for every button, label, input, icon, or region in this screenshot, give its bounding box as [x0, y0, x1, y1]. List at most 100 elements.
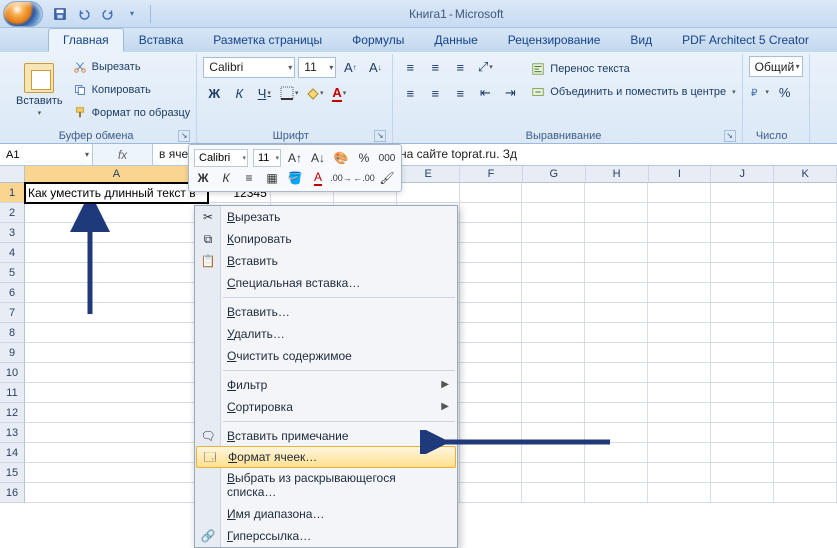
cell[interactable] [774, 243, 837, 263]
mini-thousands-icon[interactable]: 000 [378, 149, 396, 167]
office-button[interactable] [3, 1, 43, 27]
cell[interactable] [774, 343, 837, 363]
cell[interactable] [774, 443, 837, 463]
cell[interactable] [460, 203, 523, 223]
col-header-K[interactable]: K [774, 166, 837, 183]
cell[interactable] [648, 383, 711, 403]
ctx-copy[interactable]: ⧉Копировать [195, 228, 457, 250]
row-header-2[interactable]: 2 [0, 203, 25, 223]
cell[interactable] [522, 283, 585, 303]
mini-bold-button[interactable]: Ж [194, 169, 212, 187]
cell-F1[interactable] [460, 183, 523, 203]
grow-font-icon[interactable]: A↑ [339, 56, 361, 78]
row-header-6[interactable]: 6 [0, 283, 25, 303]
cell[interactable] [648, 363, 711, 383]
cell[interactable] [585, 463, 648, 483]
ctx-comment[interactable]: 🗨Вставить примечание [195, 425, 457, 447]
mini-shrink-font-icon[interactable]: A↓ [309, 149, 327, 167]
align-middle-icon[interactable]: ≡ [424, 56, 446, 78]
cell[interactable] [711, 263, 774, 283]
tab-pdf[interactable]: PDF Architect 5 Creator [667, 28, 824, 52]
font-size-combo[interactable]: 11 [298, 57, 336, 78]
cell[interactable] [648, 283, 711, 303]
row-header-11[interactable]: 11 [0, 383, 25, 403]
select-all-corner[interactable] [0, 166, 25, 183]
cell[interactable] [585, 223, 648, 243]
cell[interactable] [460, 463, 523, 483]
cell[interactable] [648, 423, 711, 443]
shrink-font-icon[interactable]: A↓ [364, 56, 386, 78]
dialog-launcher-icon[interactable]: ↘ [374, 130, 386, 142]
font-combo[interactable]: Calibri [203, 57, 295, 78]
cell[interactable] [774, 203, 837, 223]
bold-button[interactable]: Ж [203, 82, 225, 104]
tab-data[interactable]: Данные [419, 28, 492, 52]
row-header-16[interactable]: 16 [0, 483, 25, 503]
indent-decrease-icon[interactable]: ⇤ [474, 82, 496, 104]
merge-center-button[interactable]: Объединить и поместить в центре ▾ [530, 81, 735, 102]
cell[interactable] [711, 483, 774, 503]
mini-style-icon[interactable]: 🎨 [332, 149, 350, 167]
cell[interactable] [522, 403, 585, 423]
cell[interactable] [648, 483, 711, 503]
cell[interactable] [25, 463, 208, 483]
cell[interactable] [585, 323, 648, 343]
tab-page-layout[interactable]: Разметка страницы [198, 28, 337, 52]
cell[interactable] [711, 283, 774, 303]
cell[interactable] [25, 383, 208, 403]
indent-increase-icon[interactable]: ⇥ [499, 82, 521, 104]
cell[interactable] [460, 383, 523, 403]
cell[interactable] [648, 403, 711, 423]
col-header-A[interactable]: A [25, 166, 209, 183]
cell[interactable] [711, 403, 774, 423]
ctx-paste[interactable]: 📋Вставить [195, 250, 457, 272]
cell[interactable] [25, 303, 208, 323]
cell-J1[interactable] [711, 183, 774, 203]
tab-review[interactable]: Рецензирование [493, 28, 616, 52]
cell[interactable] [585, 303, 648, 323]
cell[interactable] [648, 323, 711, 343]
col-header-H[interactable]: H [586, 166, 649, 183]
col-header-G[interactable]: G [523, 166, 586, 183]
tab-insert[interactable]: Вставка [124, 28, 199, 52]
percent-icon[interactable]: % [774, 81, 796, 103]
cell-E1[interactable] [397, 183, 460, 203]
cell[interactable] [774, 223, 837, 243]
cell[interactable] [711, 383, 774, 403]
row-header-13[interactable]: 13 [0, 423, 25, 443]
cell[interactable] [522, 243, 585, 263]
align-top-icon[interactable]: ≡ [399, 56, 421, 78]
row-header-12[interactable]: 12 [0, 403, 25, 423]
cell[interactable] [522, 463, 585, 483]
cell[interactable] [25, 223, 208, 243]
format-painter-button[interactable]: Формат по образцу [72, 102, 191, 123]
col-header-F[interactable]: F [460, 166, 523, 183]
cell[interactable] [522, 203, 585, 223]
col-header-J[interactable]: J [711, 166, 774, 183]
cell[interactable] [25, 443, 208, 463]
row-header-14[interactable]: 14 [0, 443, 25, 463]
cell[interactable] [585, 203, 648, 223]
cell[interactable] [522, 323, 585, 343]
cell[interactable] [460, 303, 523, 323]
cell[interactable] [522, 363, 585, 383]
cell[interactable] [522, 263, 585, 283]
cell[interactable] [711, 423, 774, 443]
row-header-8[interactable]: 8 [0, 323, 25, 343]
row-header-4[interactable]: 4 [0, 243, 25, 263]
ctx-delete[interactable]: Удалить… [195, 323, 457, 345]
cell[interactable] [460, 483, 523, 503]
tab-formulas[interactable]: Формулы [337, 28, 419, 52]
undo-icon[interactable] [74, 4, 94, 24]
copy-button[interactable]: Копировать [72, 79, 191, 100]
cell[interactable] [25, 243, 208, 263]
cell[interactable] [25, 283, 208, 303]
cell[interactable] [648, 343, 711, 363]
mini-align-icon[interactable]: ≡ [240, 169, 258, 187]
ctx-insert[interactable]: Вставить… [195, 301, 457, 323]
row-header-15[interactable]: 15 [0, 463, 25, 483]
cell[interactable] [774, 303, 837, 323]
accounting-icon[interactable]: ₽ [749, 81, 771, 103]
cell[interactable] [711, 363, 774, 383]
cell[interactable] [25, 263, 208, 283]
